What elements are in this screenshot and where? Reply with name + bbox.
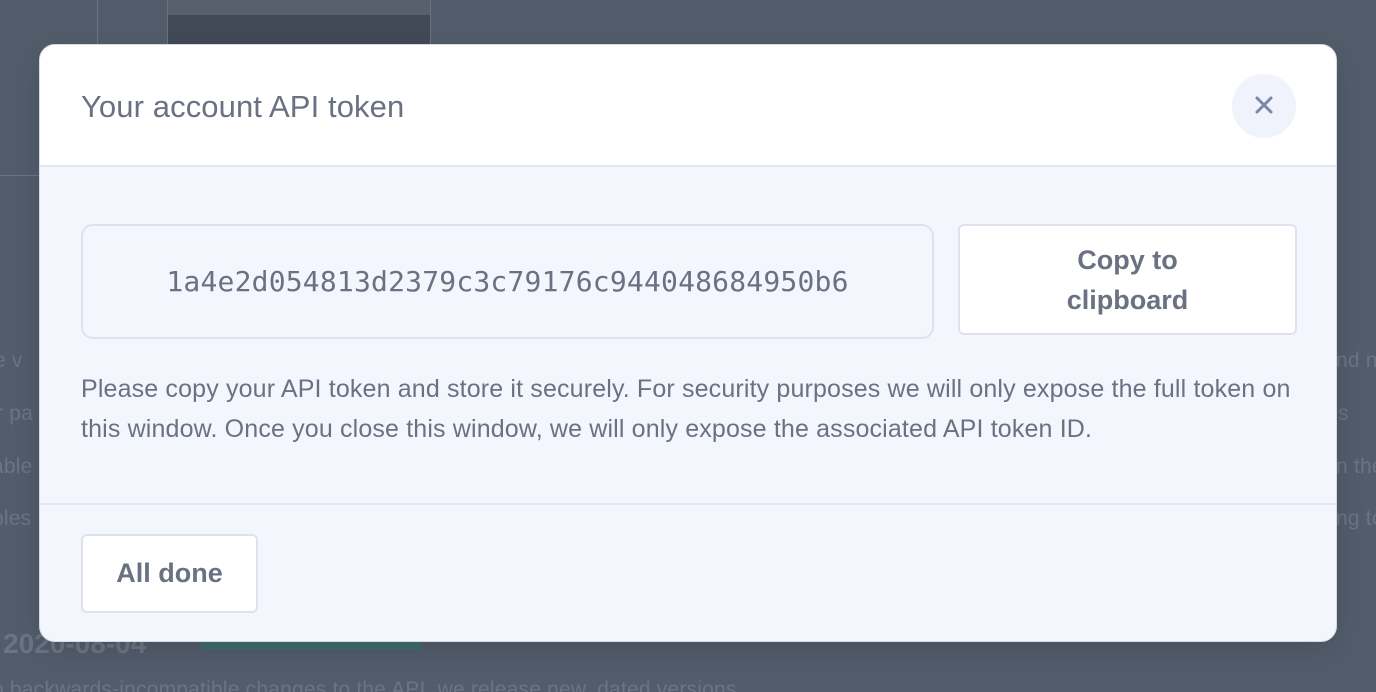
- api-token-modal: Your account API token 1a4e2d054813d2379…: [39, 44, 1337, 642]
- api-token-field[interactable]: 1a4e2d054813d2379c3c79176c944048684950b6: [81, 224, 934, 339]
- all-done-button[interactable]: All done: [81, 534, 258, 613]
- copy-to-clipboard-label: Copy to clipboard: [1066, 244, 1189, 315]
- footer-divider: [40, 503, 1336, 505]
- security-notice: Please copy your API token and store it …: [81, 375, 1291, 443]
- modal-header: Your account API token: [40, 45, 1336, 167]
- background-text-line: o backwards-incompatible changes to the …: [0, 678, 737, 692]
- close-icon: [1254, 95, 1274, 118]
- close-button[interactable]: [1232, 74, 1296, 138]
- copy-to-clipboard-button[interactable]: Copy to clipboard: [958, 224, 1297, 335]
- modal-title: Your account API token: [81, 89, 405, 124]
